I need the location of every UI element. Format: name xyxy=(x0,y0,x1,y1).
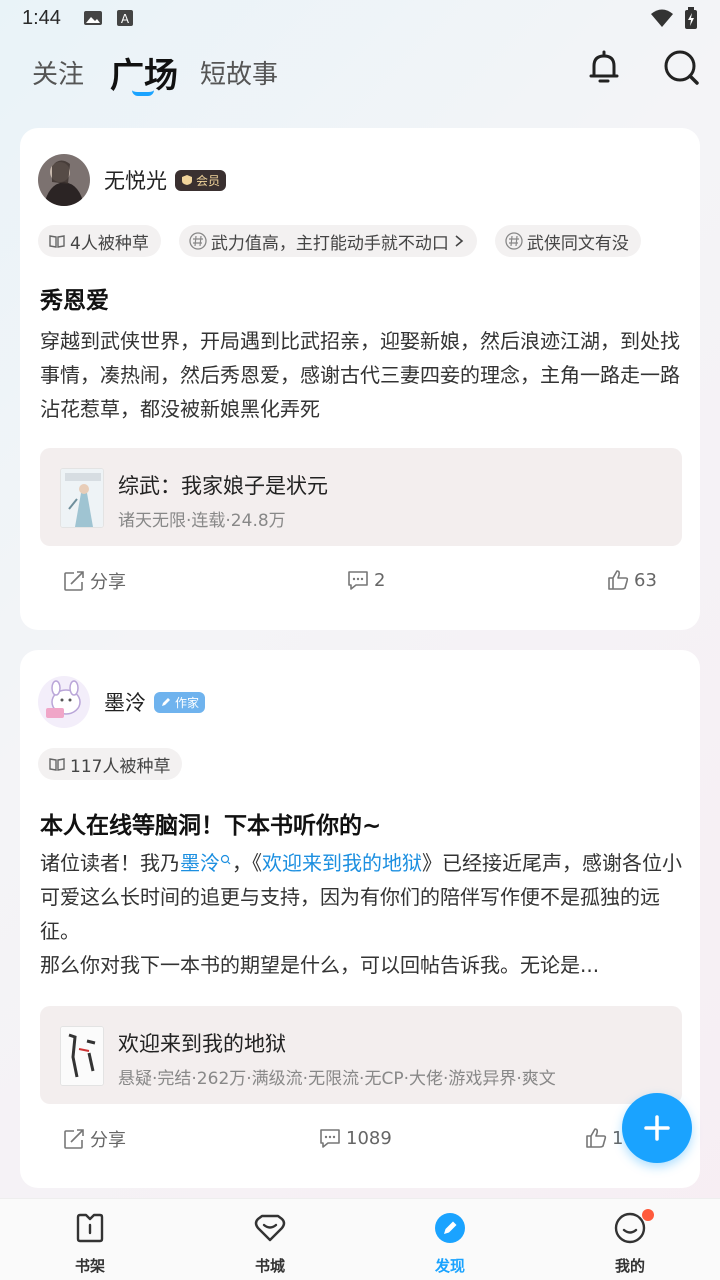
author-name[interactable]: 墨泠 xyxy=(104,687,146,717)
member-badge: 会员 xyxy=(175,169,227,191)
book-open-icon xyxy=(49,235,65,248)
new-post-button[interactable] xyxy=(622,1093,692,1163)
book-open-icon xyxy=(49,758,65,771)
like-count: 63 xyxy=(634,569,657,591)
post-card[interactable]: 无悦光 会员 4人被种草 武力值高，主打能动手就不动口 武侠同文有没 秀恩爱 穿… xyxy=(20,128,700,630)
tag-row: 117人被种草 xyxy=(38,748,183,780)
image-icon xyxy=(83,11,102,25)
book-meta: 诸天无限·连载·24.8万 xyxy=(118,511,286,531)
hashtag-icon xyxy=(505,232,523,250)
post-title[interactable]: 秀恩爱 xyxy=(40,281,109,315)
nav-discover[interactable]: 发现 xyxy=(410,1211,490,1276)
book-cover xyxy=(60,1026,104,1086)
tab-short-stories[interactable]: 短故事 xyxy=(200,54,278,91)
comment-icon xyxy=(348,571,368,590)
author-mention-link[interactable]: 墨泠 xyxy=(180,851,220,875)
post-actions: 分享 1089 1 xyxy=(20,1126,700,1166)
like-button[interactable]: 1 xyxy=(584,1126,623,1150)
share-label: 分享 xyxy=(90,572,126,593)
book-cover xyxy=(60,468,104,528)
bookshelf-icon xyxy=(76,1213,104,1243)
status-bar: 1:44 A xyxy=(0,0,720,36)
hashtag-icon xyxy=(189,232,207,250)
tag-label: 武力值高，主打能动手就不动口 xyxy=(210,233,449,254)
nav-label: 我的 xyxy=(614,1257,645,1275)
avatar[interactable] xyxy=(38,154,90,206)
book-card[interactable]: 综武：我家娘子是状元 诸天无限·连载·24.8万 xyxy=(40,448,682,546)
book-title: 欢迎来到我的地狱 xyxy=(118,1032,286,1056)
share-icon xyxy=(64,571,84,591)
nav-bookstore[interactable]: 书城 xyxy=(230,1211,310,1276)
tag-row: 4人被种草 武力值高，主打能动手就不动口 武侠同文有没 xyxy=(38,225,641,257)
book-title: 综武：我家娘子是状元 xyxy=(118,474,328,498)
font-icon: A xyxy=(116,10,133,26)
bell-icon[interactable] xyxy=(584,48,624,88)
tag-recommend-count[interactable]: 117人被种草 xyxy=(38,748,183,780)
post-author[interactable]: 墨泠 作家 xyxy=(38,676,206,728)
post-actions: 分享 2 63 xyxy=(20,568,700,608)
post-body[interactable]: 穿越到武侠世界，开局遇到比武招亲，迎娶新娘，然后浪迹江湖，到处找事情，凑热闹，然… xyxy=(40,324,690,426)
nav-label: 发现 xyxy=(434,1257,465,1275)
tag-label: 117人被种草 xyxy=(70,756,171,777)
post-body-text: 诸位读者！我乃 xyxy=(40,851,180,875)
book-meta: 悬疑·完结·262万·满级流·无限流·无CP·大佬·游戏异界·爽文 xyxy=(118,1069,556,1089)
tag-topic[interactable]: 武力值高，主打能动手就不动口 xyxy=(178,225,477,257)
post-title[interactable]: 本人在线等脑洞！下本书听你的~ xyxy=(40,806,381,840)
tab-active-indicator xyxy=(132,90,154,96)
tag-label: 4人被种草 xyxy=(70,233,149,254)
badge-label: 作家 xyxy=(175,695,200,710)
svg-text:A: A xyxy=(121,12,130,26)
book-mention-link[interactable]: 欢迎来到我的地狱 xyxy=(262,851,422,875)
writer-badge: 作家 xyxy=(154,691,206,713)
chevron-right-icon xyxy=(455,235,464,247)
comment-button[interactable]: 1089 xyxy=(318,1126,392,1150)
heart-store-icon xyxy=(254,1214,286,1242)
nav-profile[interactable]: 我的 xyxy=(590,1209,670,1276)
search-small-icon xyxy=(220,854,231,865)
shield-icon xyxy=(182,175,192,185)
tag-topic[interactable]: 武侠同文有没 xyxy=(494,225,641,257)
avatar[interactable] xyxy=(38,676,90,728)
tab-follow[interactable]: 关注 xyxy=(32,54,84,91)
comment-count: 1089 xyxy=(346,1127,392,1149)
post-body-text: ，《 xyxy=(232,851,262,875)
book-card[interactable]: 欢迎来到我的地狱 悬疑·完结·262万·满级流·无限流·无CP·大佬·游戏异界·… xyxy=(40,1006,682,1104)
share-button[interactable]: 分享 xyxy=(62,1126,126,1152)
nav-label: 书架 xyxy=(74,1257,105,1275)
comment-button[interactable]: 2 xyxy=(346,568,385,592)
nav-bookshelf[interactable]: 书架 xyxy=(50,1211,130,1276)
wifi-icon xyxy=(651,9,673,27)
author-name[interactable]: 无悦光 xyxy=(104,165,167,195)
post-body-text: 那么你对我下一本书的期望是什么，可以回帖告诉我。无论是... xyxy=(40,953,600,977)
comment-count: 2 xyxy=(374,569,386,591)
badge-label: 会员 xyxy=(196,173,221,188)
share-label: 分享 xyxy=(90,1130,126,1151)
discover-pen-icon xyxy=(435,1213,465,1243)
notification-dot xyxy=(642,1209,654,1221)
post-body[interactable]: 诸位读者！我乃墨泠 ，《欢迎来到我的地狱》已经接近尾声，感谢各位小可爱这么长时间的… xyxy=(40,846,690,982)
tag-recommend-count[interactable]: 4人被种草 xyxy=(38,225,161,257)
like-button[interactable]: 63 xyxy=(606,568,657,592)
bottom-nav: 书架 书城 发现 我的 xyxy=(0,1198,720,1280)
battery-icon xyxy=(685,7,697,29)
share-button[interactable]: 分享 xyxy=(62,568,126,594)
thumbs-up-icon xyxy=(608,570,629,590)
share-icon xyxy=(64,1129,84,1149)
status-time: 1:44 xyxy=(22,6,61,29)
pen-icon xyxy=(162,698,170,706)
tag-label: 武侠同文有没 xyxy=(526,233,629,254)
search-icon[interactable] xyxy=(662,48,702,88)
comment-icon xyxy=(320,1129,340,1148)
thumbs-up-icon xyxy=(586,1128,607,1148)
nav-label: 书城 xyxy=(254,1257,285,1275)
post-author[interactable]: 无悦光 会员 xyxy=(38,154,227,206)
top-nav: 关注 广场 短故事 xyxy=(0,40,720,110)
post-card[interactable]: 墨泠 作家 117人被种草 本人在线等脑洞！下本书听你的~ 诸位读者！我乃墨泠，… xyxy=(20,650,700,1188)
plus-icon xyxy=(644,1115,670,1141)
